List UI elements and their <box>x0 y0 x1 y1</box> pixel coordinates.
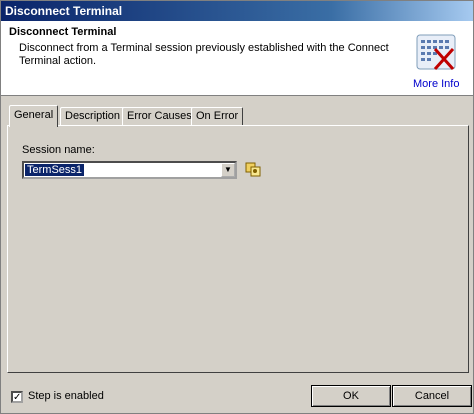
tab-control: General Description Error Causes On Erro… <box>7 105 469 373</box>
ok-button[interactable]: OK <box>311 385 391 407</box>
session-name-label: Session name: <box>22 144 95 156</box>
tab-on-error[interactable]: On Error <box>191 107 244 125</box>
step-enabled-checkbox[interactable]: ✓ <box>11 391 23 403</box>
dialog-window: Disconnect Terminal Disconnect Terminal … <box>0 0 474 414</box>
step-enabled-label: Step is enabled <box>28 390 104 402</box>
more-info-link[interactable]: More Info <box>413 78 459 90</box>
session-name-value[interactable]: TermSess1 <box>25 164 85 176</box>
tab-error-causes[interactable]: Error Causes <box>122 107 197 125</box>
action-description: Disconnect from a Terminal session previ… <box>19 42 389 67</box>
general-tab-panel: Session name: TermSess1 ▼ <box>7 125 469 373</box>
tab-description[interactable]: Description <box>60 107 126 125</box>
session-name-combo[interactable]: TermSess1 ▼ <box>22 161 237 179</box>
terminal-disconnect-icon <box>416 34 456 71</box>
session-variable-icon[interactable] <box>244 160 262 178</box>
checkmark-icon: ✓ <box>13 392 22 403</box>
dropdown-arrow-icon[interactable]: ▼ <box>221 163 235 177</box>
dialog-header: Disconnect Terminal Disconnect from a Te… <box>1 21 473 96</box>
tab-general[interactable]: General <box>9 105 59 127</box>
cancel-button[interactable]: Cancel <box>392 385 472 407</box>
action-title: Disconnect Terminal <box>9 26 117 38</box>
window-title: Disconnect Terminal <box>1 1 473 21</box>
